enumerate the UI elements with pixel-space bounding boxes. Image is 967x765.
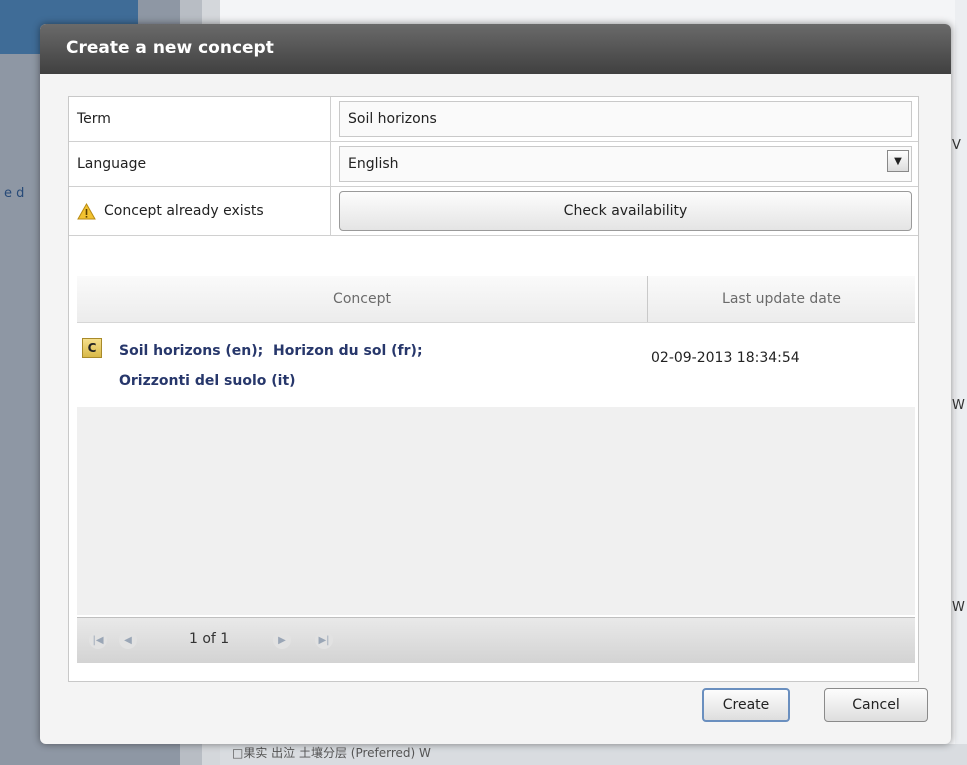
background-side-text: e d (4, 186, 25, 201)
concept-link-it[interactable]: Orizzonti del suolo (it) (119, 373, 296, 389)
status-label: Concept already exists (104, 203, 264, 219)
language-select[interactable]: English ▼ (339, 146, 912, 182)
language-row: Language English ▼ (69, 142, 918, 187)
background-letter: W (952, 398, 965, 413)
results-table-header: Concept Last update date (77, 276, 915, 323)
language-selected-value: English (348, 156, 399, 172)
last-update-cell: 02-09-2013 18:34:54 (651, 350, 800, 366)
next-page-icon[interactable]: ▶ (273, 631, 291, 649)
background-bottom-text: □果实 出泣 土壤分层 (Preferred) W (232, 746, 431, 760)
last-page-icon[interactable]: ▶| (315, 631, 333, 649)
warning-icon (77, 202, 96, 220)
prev-page-icon[interactable]: ◀ (119, 631, 137, 649)
concept-link-en[interactable]: Soil horizons (en); (119, 343, 263, 359)
language-label: Language (69, 142, 331, 186)
dialog-title: Create a new concept (40, 24, 951, 74)
dialog-form: Term Soil horizons Language English ▼ Co… (68, 96, 919, 682)
concept-link-fr[interactable]: Horizon du sol (fr); (273, 343, 423, 359)
cancel-button[interactable]: Cancel (824, 688, 928, 722)
availability-row: Concept already exists Check availabilit… (69, 187, 918, 236)
term-row: Term Soil horizons (69, 97, 918, 142)
page-info: 1 of 1 (189, 631, 230, 647)
table-empty-area (77, 407, 915, 615)
term-input[interactable]: Soil horizons (339, 101, 912, 137)
table-row: C Soil horizons (en); Horizon du sol (fr… (77, 323, 915, 407)
pagination-bar: |◀ ◀ 1 of 1 ▶ ▶| (77, 617, 915, 663)
first-page-icon[interactable]: |◀ (89, 631, 107, 649)
create-button[interactable]: Create (702, 688, 790, 722)
term-label: Term (69, 97, 331, 141)
column-header-concept[interactable]: Concept (77, 276, 648, 322)
check-availability-button[interactable]: Check availability (339, 191, 912, 231)
background-letter: W (952, 600, 965, 615)
create-concept-dialog: Create a new concept Term Soil horizons … (40, 24, 951, 744)
concept-labels: Soil horizons (en); Horizon du sol (fr);… (119, 336, 639, 396)
chevron-down-icon[interactable]: ▼ (887, 150, 909, 172)
concept-type-badge: C (82, 338, 102, 358)
background-letter: V (952, 138, 961, 153)
background-right-column (955, 0, 967, 765)
column-header-last-update[interactable]: Last update date (648, 276, 915, 322)
status-label-cell: Concept already exists (69, 187, 331, 235)
